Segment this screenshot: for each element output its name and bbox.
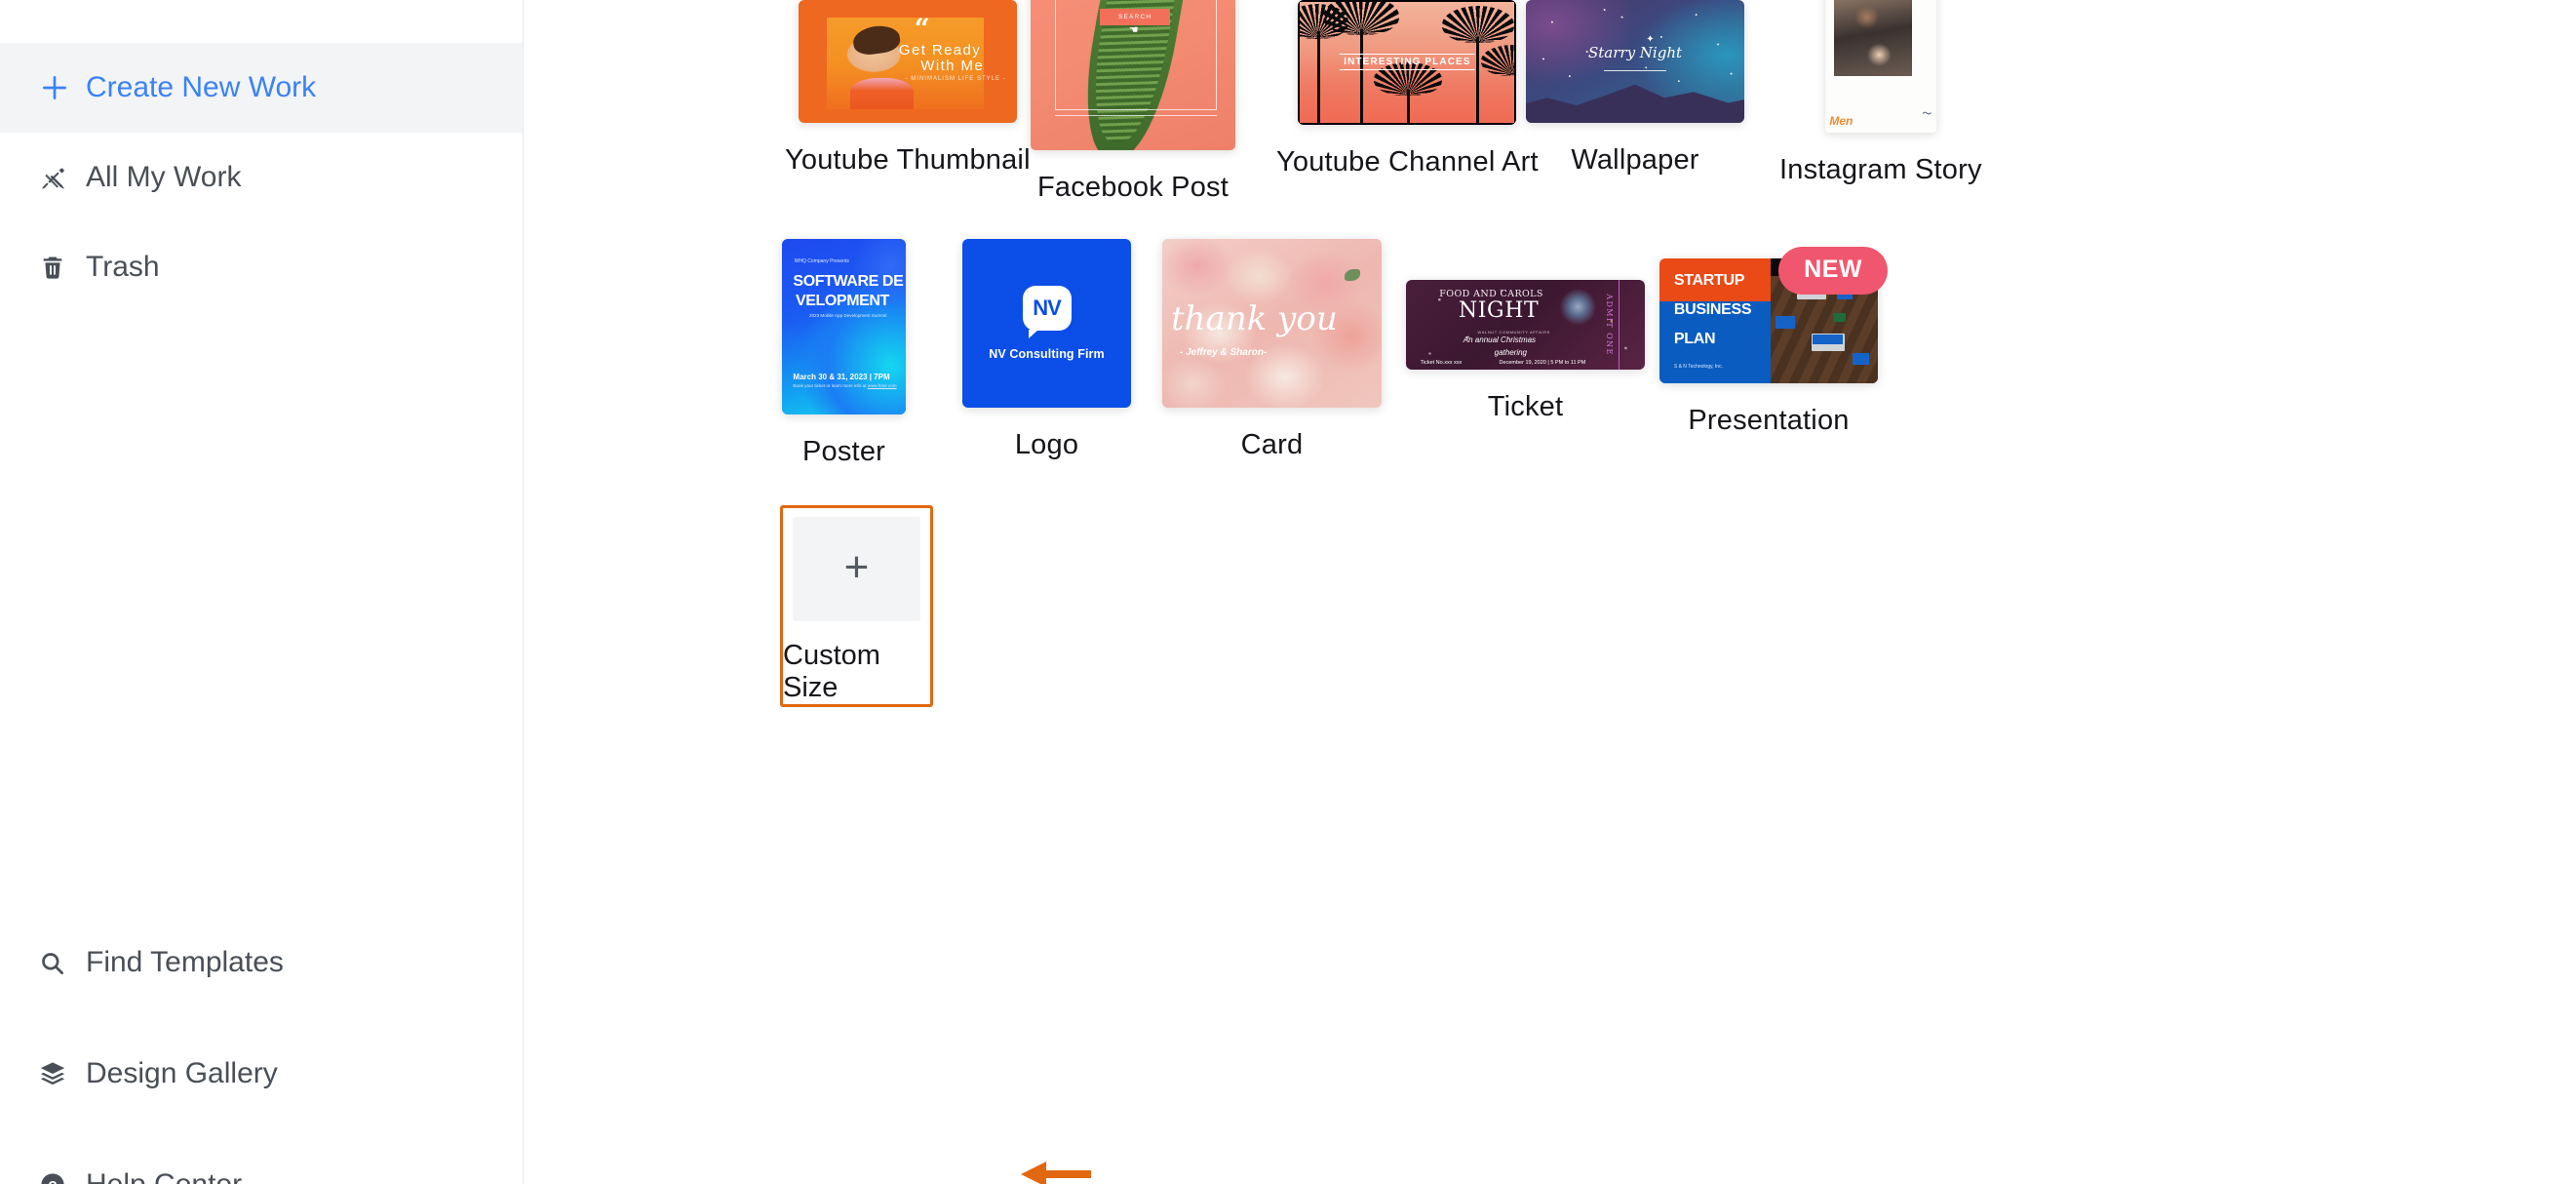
- sidebar-item-label: Design Gallery: [86, 1057, 278, 1089]
- template-label: Youtube Thumbnail: [785, 144, 1031, 176]
- template-thumbnail: “ Get Ready With Me - MINIMALISM LIFE ST…: [798, 0, 1017, 123]
- template-thumbnail: Where is no limit to what we, as women, …: [1824, 0, 1936, 133]
- template-label: Poster: [801, 436, 885, 467]
- thumb-company: S & N Technology, Inc.: [1673, 363, 1723, 370]
- status-badge-new: NEW: [1778, 247, 1888, 295]
- sidebar-item-all-my-work[interactable]: All My Work: [0, 133, 523, 222]
- quote-mark-glyph: “: [914, 13, 930, 46]
- template-label: Custom Size: [783, 640, 880, 703]
- thumb-cta-prefix: Book your ticket or learn more info at: [793, 382, 868, 388]
- custom-size-placeholder: +: [793, 517, 920, 621]
- plus-icon: +: [843, 542, 870, 591]
- thumb-subtitle: 2023 Mobile App Development Summit: [808, 312, 887, 318]
- sidebar-item-label: Create New Work: [86, 71, 317, 103]
- template-card-custom-size[interactable]: + Custom Size: [780, 505, 933, 707]
- sidebar-item-find-templates[interactable]: Find Templates: [0, 907, 523, 1018]
- thumb-names: - Jeffrey & Sharon-: [1180, 346, 1268, 358]
- thumb-line2: NIGHT: [1458, 298, 1540, 324]
- sidebar: Create New Work All My Work Trash Find T…: [0, 0, 524, 1184]
- cursor-icon: ☚: [1128, 23, 1139, 36]
- sidebar-item-trash[interactable]: Trash: [0, 222, 523, 312]
- pointer-arrow-annotation: [1021, 1162, 1091, 1184]
- template-label: Presentation: [1688, 405, 1850, 436]
- thumb-word3: PLAN: [1673, 331, 1716, 348]
- template-thumbnail: WHQ Company Presents SOFTWARE DE VELOPME…: [782, 239, 906, 414]
- thumb-text-line1: Get Ready: [898, 41, 982, 59]
- template-thumbnail: thank you - Jeffrey & Sharon-: [1162, 239, 1382, 408]
- plus-icon: [39, 72, 82, 103]
- template-thumbnail: NV NV Consulting Firm: [962, 239, 1131, 408]
- sidebar-item-create-new-work[interactable]: Create New Work: [0, 43, 523, 133]
- template-label: Youtube Channel Art: [1276, 146, 1539, 178]
- sidebar-item-help-center[interactable]: ? Help Center: [0, 1129, 523, 1184]
- template-thumbnail: FOOD AND CAROLS NIGHT WALNUT COMMUNITY A…: [1406, 280, 1645, 370]
- thumb-script2: gathering: [1494, 347, 1527, 357]
- template-card-wallpaper[interactable]: ✦ Starry Night Wallpaper: [1526, 0, 1744, 177]
- decoration-squiggle: 〜: [1922, 108, 1932, 120]
- template-card-card[interactable]: thank you - Jeffrey & Sharon- Card: [1162, 239, 1382, 461]
- template-gallery: “ Get Ready With Me - MINIMALISM LIFE ST…: [524, 0, 2576, 1184]
- thumb-text-line3: - MINIMALISM LIFE STYLE -: [905, 76, 1006, 83]
- template-label: Logo: [1014, 429, 1079, 460]
- template-card-logo[interactable]: NV NV Consulting Firm Logo: [962, 239, 1131, 461]
- thumb-headline: thank you: [1171, 299, 1338, 339]
- template-row-2: WHQ Company Presents SOFTWARE DE VELOPME…: [524, 239, 2576, 502]
- thumb-org: WALNUT COMMUNITY AFFAIRS: [1477, 329, 1550, 335]
- question-circle-icon: ?: [39, 1171, 82, 1184]
- trash-icon: [39, 254, 82, 281]
- template-card-instagram-story[interactable]: NEW Where is no limit to what we, as wom…: [1779, 0, 1982, 186]
- sidebar-item-label: All My Work: [86, 161, 242, 193]
- thumb-date: December 19, 2020 | 5 PM to 11 PM: [1499, 360, 1586, 367]
- thumb-script-word: Men: [1829, 113, 1854, 128]
- app-root: Create New Work All My Work Trash Find T…: [0, 0, 2576, 1184]
- svg-text:?: ?: [48, 1178, 57, 1184]
- thumb-date: March 30 & 31, 2023 | 7PM: [793, 372, 890, 381]
- thumb-script1: An annual Christmas: [1463, 335, 1537, 345]
- sidebar-item-label: Help Center: [86, 1168, 242, 1184]
- template-thumbnail: Question: 27 OF THE BEST WEBSITE DESIGNS…: [1031, 0, 1235, 150]
- thumb-company: NV Consulting Firm: [989, 347, 1105, 361]
- sidebar-item-design-gallery[interactable]: Design Gallery: [0, 1018, 523, 1129]
- thumb-presenter: WHQ Company Presents: [794, 257, 849, 264]
- template-card-presentation[interactable]: NEW STARTUP BUSINESS PLAN S & N Technolo…: [1659, 247, 1888, 437]
- sidebar-secondary-nav: Find Templates Design Gallery ?: [0, 907, 523, 1184]
- template-thumbnail: INTERESTING PLACES: [1298, 0, 1517, 125]
- pen-ruler-icon: [39, 164, 82, 192]
- template-card-poster[interactable]: WHQ Company Presents SOFTWARE DE VELOPME…: [782, 239, 906, 468]
- thumb-word2: BUSINESS: [1673, 300, 1752, 318]
- thumb-ticket-no: Ticket No.xxx xxx: [1420, 360, 1463, 367]
- template-thumbnail: ✦ Starry Night: [1526, 0, 1744, 123]
- thumb-caption: INTERESTING PLACES: [1340, 54, 1475, 71]
- thumb-title: Starry Night: [1587, 44, 1683, 62]
- template-card-youtube-channel-art[interactable]: INTERESTING PLACES Youtube Channel Art: [1276, 0, 1539, 178]
- template-label: Card: [1240, 429, 1304, 460]
- thumb-word1: STARTUP: [1673, 272, 1745, 290]
- sidebar-item-label: Trash: [86, 251, 160, 283]
- sidebar-primary-nav: Create New Work All My Work Trash: [0, 0, 523, 312]
- template-card-youtube-thumbnail[interactable]: “ Get Ready With Me - MINIMALISM LIFE ST…: [785, 0, 1031, 177]
- template-label: Wallpaper: [1571, 144, 1699, 176]
- thumb-cta-link: www.fotor.com: [867, 382, 897, 388]
- layers-icon: [39, 1060, 82, 1087]
- thumb-title-line1: SOFTWARE DE: [793, 273, 904, 290]
- thumb-title-line2: VELOPMENT: [795, 292, 889, 309]
- template-label: Instagram Story: [1779, 154, 1982, 185]
- thumb-text-line2: With Me: [920, 58, 985, 75]
- thumb-admit: ADMIT ONE: [1604, 294, 1614, 356]
- search-icon: [39, 950, 82, 976]
- template-card-facebook-post[interactable]: Question: 27 OF THE BEST WEBSITE DESIGNS…: [1031, 0, 1235, 204]
- template-card-ticket[interactable]: FOOD AND CAROLS NIGHT WALNUT COMMUNITY A…: [1406, 280, 1645, 423]
- template-label: Ticket: [1487, 391, 1564, 422]
- sidebar-item-label: Find Templates: [86, 946, 284, 978]
- thumb-monogram: NV: [1022, 286, 1072, 338]
- template-label: Facebook Post: [1036, 172, 1229, 203]
- template-row-3: + Custom Size: [524, 497, 2576, 1184]
